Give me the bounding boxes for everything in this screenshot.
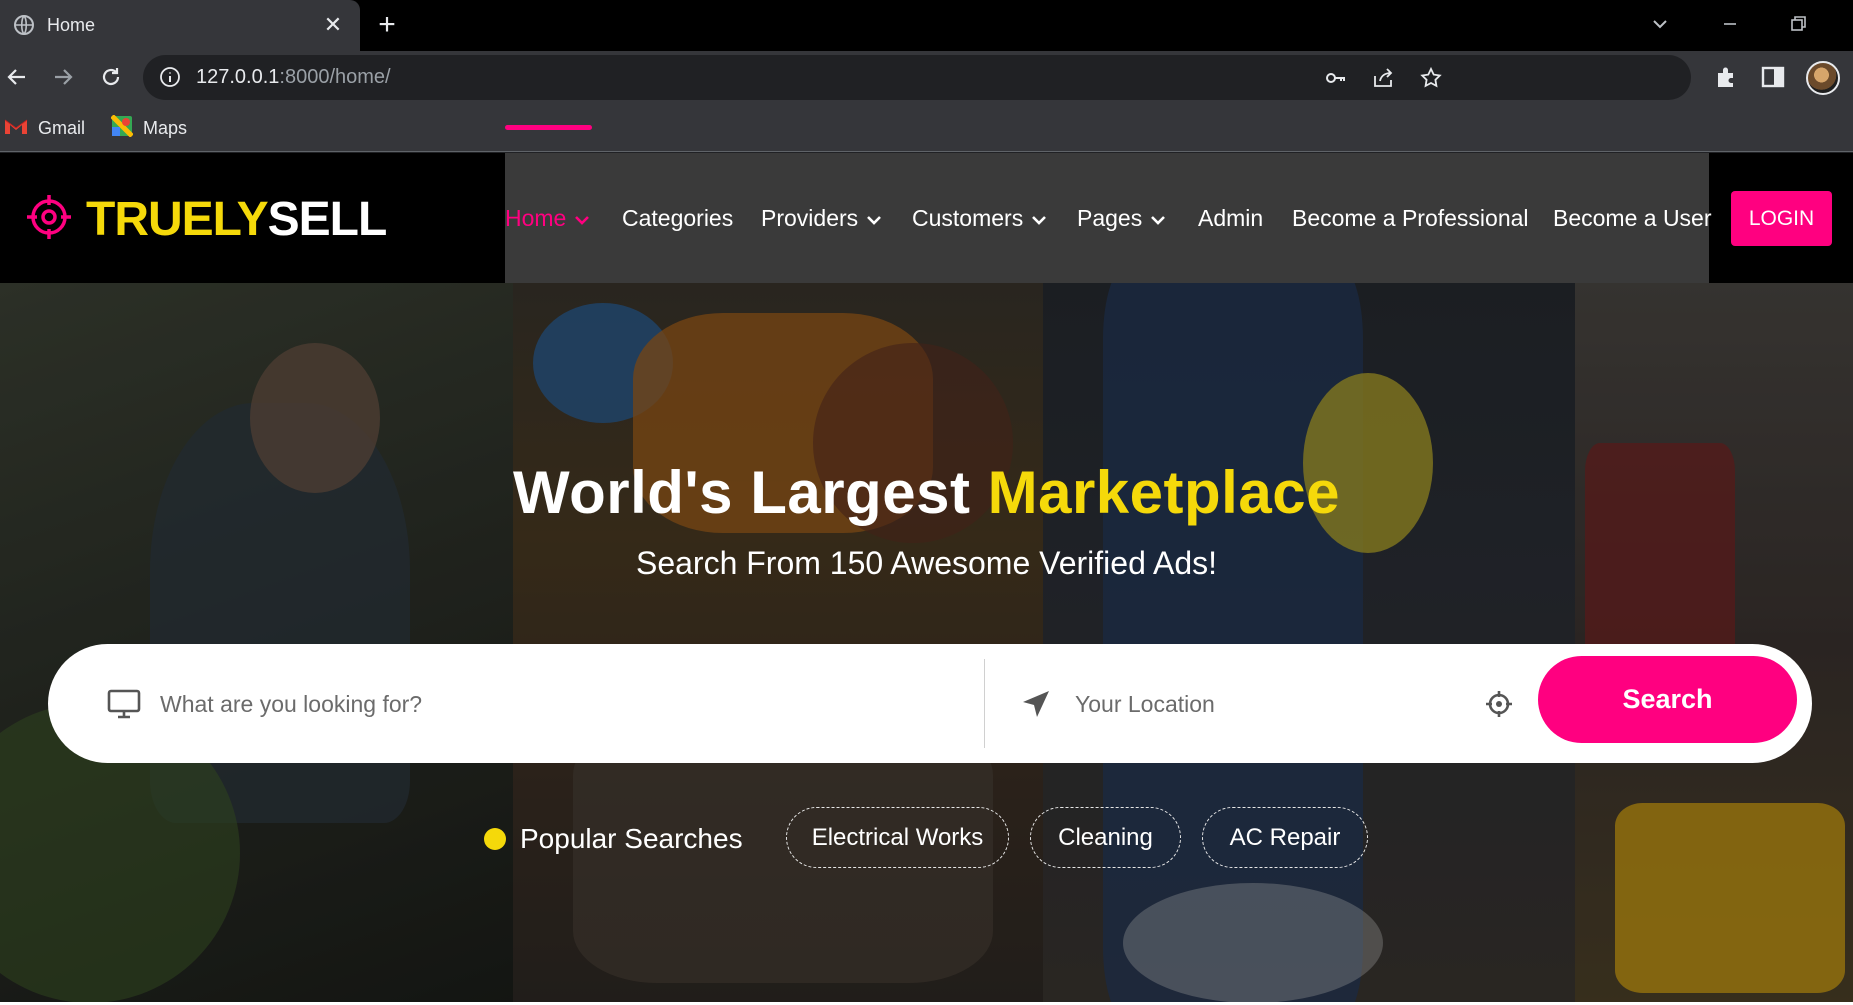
brand-part-2: SELL	[267, 192, 388, 246]
nav-providers[interactable]: Providers	[761, 203, 882, 233]
new-tab-button[interactable]: +	[372, 10, 402, 40]
nav-label: Categories	[622, 204, 734, 231]
brand-name: TRUELYSELL	[86, 192, 388, 247]
chevron-down-icon	[1031, 205, 1047, 232]
popular-dot-icon	[484, 828, 506, 850]
active-nav-indicator	[505, 125, 592, 130]
nav-label: Home	[505, 204, 567, 231]
restore-icon[interactable]	[1778, 10, 1818, 40]
search-button[interactable]: Search	[1538, 656, 1797, 743]
nav-become-user[interactable]: Become a User	[1553, 203, 1712, 233]
nav-pages[interactable]: Pages	[1077, 203, 1166, 233]
nav-label: Providers	[761, 204, 859, 231]
login-button[interactable]: LOGIN	[1731, 191, 1832, 246]
tab-strip: Home ✕ +	[0, 0, 1853, 51]
nav-customers[interactable]: Customers	[912, 203, 1047, 233]
bookmark-gmail[interactable]: Gmail	[4, 115, 85, 141]
key-icon[interactable]	[1324, 66, 1348, 90]
bookmark-star-icon[interactable]	[1419, 66, 1443, 90]
extensions-icon[interactable]	[1712, 63, 1740, 91]
keyword-search-input[interactable]	[160, 682, 960, 726]
close-tab-icon[interactable]: ✕	[320, 12, 346, 38]
nav-become-professional[interactable]: Become a Professional	[1292, 203, 1529, 233]
hero-title: World's Largest Marketplace	[0, 458, 1853, 527]
popular-searches-label: Popular Searches	[520, 823, 743, 854]
monitor-icon	[106, 688, 142, 720]
search-divider	[984, 659, 985, 748]
chevron-down-icon	[1150, 205, 1166, 232]
popular-tag-ac-repair[interactable]: AC Repair	[1202, 807, 1368, 868]
popular-tag-electrical-works[interactable]: Electrical Works	[786, 807, 1009, 868]
hero-title-highlight: Marketplace	[987, 459, 1340, 526]
site-header: TRUELYSELL Home Categories Providers Cus…	[0, 153, 1853, 283]
browser-tab[interactable]: Home ✕	[0, 0, 360, 51]
popular-tag-cleaning[interactable]: Cleaning	[1030, 807, 1181, 868]
location-arrow-icon	[1020, 688, 1052, 720]
hero-title-main: World's Largest	[513, 459, 971, 526]
side-panel-icon[interactable]	[1759, 63, 1787, 91]
location-input[interactable]	[1075, 682, 1455, 726]
nav-label: Become a User	[1553, 204, 1712, 231]
browser-toolbar: 127.0.0.1:8000/home/	[0, 51, 1853, 104]
site-logo[interactable]: TRUELYSELL	[26, 191, 388, 247]
nav-label: Pages	[1077, 204, 1143, 231]
hero-subtitle: Search From 150 Awesome Verified Ads!	[635, 545, 1218, 581]
bookmarks-bar: Gmail Maps	[0, 104, 1853, 152]
reload-icon[interactable]	[94, 60, 128, 94]
hero-section: World's Largest Marketplace Search From …	[0, 283, 1853, 1005]
globe-icon	[13, 14, 35, 36]
maps-icon	[110, 113, 134, 142]
profile-avatar[interactable]	[1806, 61, 1840, 95]
tab-title: Home	[47, 15, 96, 35]
back-icon[interactable]	[0, 60, 34, 94]
nav-categories[interactable]: Categories	[622, 203, 733, 233]
nav-label: Become a Professional	[1292, 204, 1529, 231]
bookmark-label: Maps	[143, 117, 188, 138]
chevron-down-icon	[866, 205, 882, 232]
url-host: 127.0.0.1	[196, 66, 280, 88]
nav-home[interactable]: Home	[505, 203, 590, 233]
forward-icon[interactable]	[46, 60, 80, 94]
nav-label: Customers	[912, 204, 1024, 231]
address-bar[interactable]: 127.0.0.1:8000/home/	[143, 55, 1691, 100]
minimize-icon[interactable]	[1710, 10, 1750, 40]
bookmark-label: Gmail	[38, 117, 86, 138]
site-info-icon[interactable]	[159, 66, 181, 88]
popular-searches: Popular Searches	[484, 819, 743, 859]
share-icon[interactable]	[1371, 66, 1395, 90]
brand-part-1: TRUELY	[86, 192, 269, 246]
chevron-down-icon	[574, 205, 590, 232]
search-bar: Search	[48, 644, 1812, 763]
url-path: :8000/home/	[279, 66, 391, 88]
browser-window: Home ✕ + 127.0.0.1:8000/home/ Gmail Maps…	[0, 0, 1853, 1005]
gmail-icon	[4, 117, 28, 140]
target-icon	[26, 194, 72, 245]
nav-admin[interactable]: Admin	[1198, 203, 1263, 233]
nav-label: Admin	[1198, 204, 1264, 231]
bookmark-maps[interactable]: Maps	[110, 113, 188, 142]
url-text: 127.0.0.1:8000/home/	[196, 66, 391, 89]
tab-search-icon[interactable]	[1640, 10, 1680, 40]
crosshair-icon[interactable]	[1485, 690, 1513, 718]
